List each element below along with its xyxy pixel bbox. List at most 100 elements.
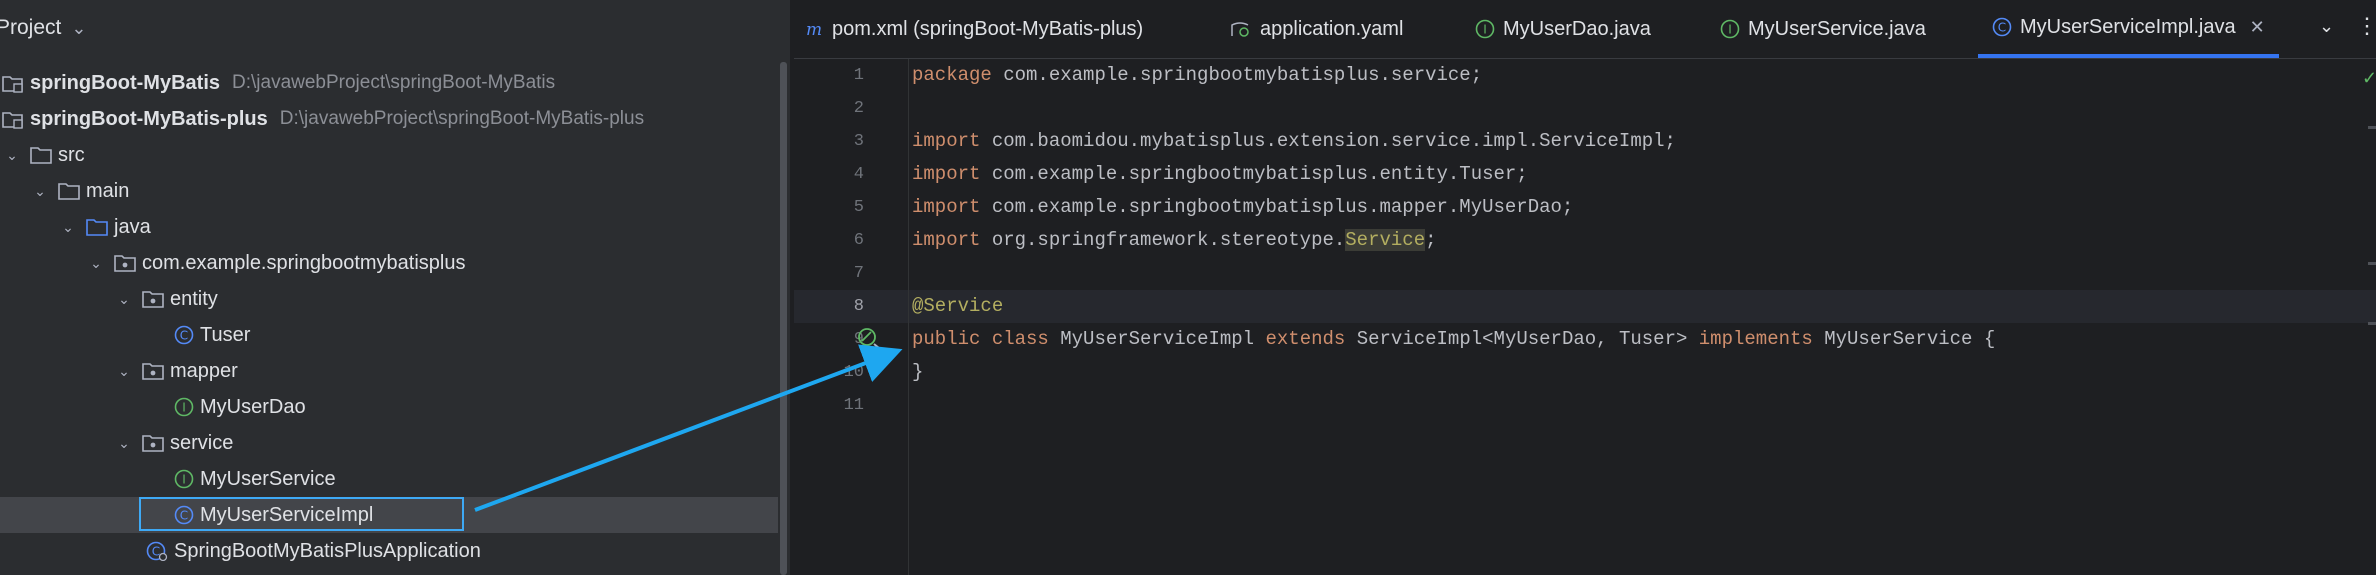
package-icon [114, 254, 136, 272]
tree-item-src[interactable]: ⌄ src [2, 138, 85, 172]
close-icon[interactable]: ✕ [2250, 17, 2265, 38]
interface-icon: I [174, 397, 194, 417]
chevron-down-icon[interactable]: ⌄ [114, 291, 134, 308]
tree-item-label: springBoot-MyBatis [30, 71, 220, 94]
tree-item-mapper[interactable]: ⌄ mapper [114, 354, 238, 388]
tree-item-label: entity [170, 287, 218, 310]
module-folder-icon [2, 73, 24, 93]
code-line-3[interactable]: import com.baomidou.mybatisplus.extensio… [912, 125, 1676, 158]
code-line-9[interactable]: public class MyUserServiceImpl extends S… [912, 323, 1995, 356]
code-text: com.example.springbootmybatisplus.servic… [991, 64, 1483, 86]
code-line-10[interactable]: } [912, 356, 923, 389]
keyword: import [912, 229, 981, 251]
chevron-down-icon[interactable]: ⌄ [2, 147, 22, 164]
tree-item-label: java [114, 215, 151, 238]
tree-item-myuserdao[interactable]: I MyUserDao [174, 390, 306, 424]
class-icon: C [174, 325, 194, 345]
tree-item-label: MyUserService [200, 467, 336, 490]
code-text: org.springframework.stereotype. [980, 229, 1346, 251]
keyword: implements [1698, 328, 1813, 350]
line-number: 5 [853, 198, 864, 217]
tab-myuserservice[interactable]: I MyUserService.java [1720, 0, 1926, 58]
keyword: public [912, 328, 981, 350]
chevron-down-icon[interactable]: ⌄ [114, 363, 134, 380]
line-number: 2 [853, 99, 864, 118]
tree-item-entity[interactable]: ⌄ entity [114, 282, 218, 316]
project-title: Project [0, 16, 62, 39]
tree-item-label: src [58, 143, 85, 166]
tree-item-springboot-mybatis[interactable]: springBoot-MyBatis D:\javawebProject\spr… [2, 66, 555, 100]
tree-item-label: service [170, 431, 234, 454]
current-line-highlight [794, 290, 2376, 323]
more-icon[interactable]: ⋮ [2356, 13, 2376, 39]
line-number-gutter: 1 2 3 4 5 6 7 8 9 10 11 [794, 59, 906, 575]
package-icon [142, 290, 164, 308]
chevron-down-icon[interactable]: ⌄ [58, 219, 78, 236]
svg-text:m: m [806, 20, 822, 38]
annotation: @Service [912, 295, 1004, 317]
tab-myuserdao[interactable]: I MyUserDao.java [1475, 0, 1651, 58]
line-number: 8 [853, 297, 864, 316]
code-text: MyUserServiceImpl [1048, 328, 1266, 350]
tree-item-main[interactable]: ⌄ main [30, 174, 129, 208]
code-line-4[interactable]: import com.example.springbootmybatisplus… [912, 158, 1528, 191]
chevron-down-icon[interactable]: ⌄ [114, 435, 134, 452]
tab-application-yaml[interactable]: application.yaml [1230, 0, 1403, 58]
selection-callout-box [139, 497, 464, 531]
tree-item-package-root[interactable]: ⌄ com.example.springbootmybatisplus [86, 246, 465, 280]
code-line-6[interactable]: import org.springframework.stereotype.Se… [912, 224, 1437, 257]
scroll-marker [2368, 126, 2376, 129]
tab-pom-xml[interactable]: m pom.xml (springBoot-MyBatis-plus) [804, 0, 1143, 58]
chevron-down-icon[interactable]: ⌄ [71, 18, 86, 39]
source-folder-icon [86, 218, 108, 236]
svg-text:C: C [180, 329, 188, 343]
class-icon: C [1992, 17, 2012, 37]
keyword: import [912, 163, 981, 185]
tree-item-application[interactable]: C SpringBootMyBatisPlusApplication [146, 534, 481, 568]
tree-item-service[interactable]: ⌄ service [114, 426, 233, 460]
line-number: 10 [843, 363, 864, 382]
svg-text:I: I [1483, 23, 1487, 37]
scroll-marker [2368, 262, 2376, 265]
tree-item-springboot-mybatis-plus[interactable]: springBoot-MyBatis-plus D:\javawebProjec… [2, 102, 644, 136]
line-number: 1 [853, 66, 864, 85]
spring-boot-class-icon: C [146, 541, 168, 561]
scroll-marker [2368, 322, 2376, 325]
chevron-down-icon[interactable]: ⌄ [2319, 16, 2334, 37]
check-icon[interactable]: ✓ [2362, 68, 2376, 89]
tree-item-label: MyUserDao [200, 395, 306, 418]
tree-item-myuserservice[interactable]: I MyUserService [174, 462, 336, 496]
gutter-separator [908, 59, 909, 575]
code-line-1[interactable]: package com.example.springbootmybatisplu… [912, 59, 1482, 92]
code-text: } [912, 361, 924, 383]
svg-text:I: I [182, 473, 186, 487]
keyword: class [991, 328, 1049, 350]
project-sidebar: Project ⌄ springBoot-MyBatis D:\javawebP… [0, 0, 790, 575]
tree-item-tuser[interactable]: C Tuser [174, 318, 250, 352]
interface-icon: I [1720, 19, 1740, 39]
interface-icon: I [1475, 19, 1495, 39]
interface-icon: I [174, 469, 194, 489]
keyword: extends [1265, 328, 1346, 350]
tab-label: MyUserDao.java [1503, 17, 1651, 40]
code-text: ServiceImpl<MyUserDao, Tuser> [1345, 328, 1699, 350]
sidebar-scrollbar[interactable] [780, 62, 787, 575]
svg-text:I: I [182, 401, 186, 415]
implemented-by-gutter-icon[interactable] [856, 326, 882, 357]
chevron-down-icon[interactable]: ⌄ [30, 183, 50, 200]
project-header[interactable]: Project ⌄ [0, 0, 790, 56]
line-number: 7 [853, 264, 864, 283]
tab-label: MyUserServiceImpl.java [2020, 15, 2236, 38]
code-text: MyUserService { [1812, 328, 1996, 350]
tab-label: MyUserService.java [1748, 17, 1926, 40]
tree-item-label: SpringBootMyBatisPlusApplication [174, 539, 481, 562]
tree-item-label: springBoot-MyBatis-plus [30, 107, 268, 130]
code-line-8[interactable]: @Service [912, 290, 1003, 323]
tree-item-java[interactable]: ⌄ java [58, 210, 151, 244]
code-line-5[interactable]: import com.example.springbootmybatisplus… [912, 191, 1573, 224]
code-text: ; [1425, 229, 1437, 251]
package-icon [142, 434, 164, 452]
tab-myuserserviceimpl[interactable]: C MyUserServiceImpl.java ✕ [1978, 0, 2279, 58]
chevron-down-icon[interactable]: ⌄ [86, 255, 106, 272]
